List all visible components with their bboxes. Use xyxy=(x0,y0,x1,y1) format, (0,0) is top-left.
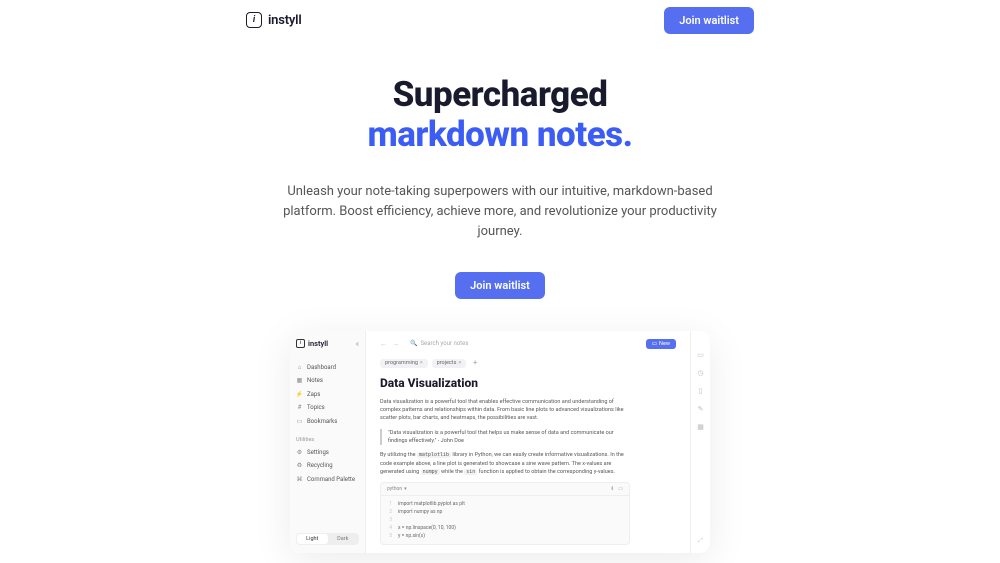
sidebar-item-recycling: ♻ Recycling xyxy=(296,460,359,471)
sidebar-label: Bookmarks xyxy=(307,418,337,425)
product-screenshot: i instyll « ⌂ Dashboard ▦ Notes ⚡ Zaps #… xyxy=(290,331,710,554)
command-icon: ⌘ xyxy=(296,476,303,483)
document-icon: ▭ xyxy=(697,351,705,359)
code-header: python ▾ ⬇ ▭ xyxy=(381,483,629,496)
zaps-icon: ⚡ xyxy=(296,391,303,398)
expand-icon: ⤢ xyxy=(697,537,705,545)
screenshot-logo-icon: i xyxy=(296,339,305,348)
sidebar-item-notes: ▦ Notes xyxy=(296,375,359,386)
forward-arrow-icon: → xyxy=(392,340,399,348)
sidebar-item-bookmarks: ▭ Bookmarks xyxy=(296,416,359,427)
inline-code: numpy xyxy=(421,469,440,475)
home-icon: ⌂ xyxy=(296,364,303,371)
hero-title-line2: markdown notes. xyxy=(367,114,632,155)
theme-toggle: Light Dark xyxy=(296,533,359,545)
hero-join-waitlist-button[interactable]: Join waitlist xyxy=(455,272,545,299)
gear-icon: ⚙ xyxy=(296,449,303,456)
screenshot-brand: instyll xyxy=(308,339,328,348)
close-icon: × xyxy=(458,360,461,366)
clock-icon: ◷ xyxy=(697,369,705,377)
search-input: 🔍 Search your notes xyxy=(410,340,641,347)
theme-light: Light xyxy=(297,534,328,544)
tag-row: programming × projects × + xyxy=(380,359,676,368)
site-header: i instyll Join waitlist xyxy=(0,0,1000,40)
hero-title-line1: Supercharged xyxy=(393,74,608,115)
back-arrow-icon: ← xyxy=(380,340,387,348)
download-icon: ⬇ xyxy=(610,486,614,492)
edit-icon: ✎ xyxy=(697,405,705,413)
sidebar-label: Notes xyxy=(307,377,323,384)
notes-icon: ▦ xyxy=(296,377,303,384)
chevron-down-icon: ▾ xyxy=(404,486,407,492)
inline-code: sin xyxy=(464,469,477,475)
document-paragraph: Data visualization is a powerful tool th… xyxy=(380,398,630,423)
search-icon: 🔍 xyxy=(410,340,417,347)
plus-icon: ▭ xyxy=(652,341,657,347)
join-waitlist-button[interactable]: Join waitlist xyxy=(664,7,754,34)
sidebar-item-settings: ⚙ Settings xyxy=(296,447,359,458)
brand-name: instyll xyxy=(268,13,302,28)
sidebar-label: Topics xyxy=(307,404,325,411)
inline-code: matplotlib xyxy=(417,452,451,458)
code-block: python ▾ ⬇ ▭ 1import matplotlib.pyplot a… xyxy=(380,482,630,545)
code-language: python ▾ xyxy=(387,486,407,492)
page-icon: ▯ xyxy=(697,387,705,395)
sidebar-label: Recycling xyxy=(307,462,333,469)
tag-programming: programming × xyxy=(380,359,428,368)
sidebar-label: Zaps xyxy=(307,391,320,398)
sidebar-item-command-palette: ⌘ Command Palette xyxy=(296,474,359,485)
new-label: New xyxy=(659,341,670,347)
logo-icon: i xyxy=(246,12,262,28)
screenshot-right-rail: ▭ ◷ ▯ ✎ ▦ ⤢ xyxy=(690,331,710,554)
sidebar-item-dashboard: ⌂ Dashboard xyxy=(296,362,359,373)
sidebar-section-utilities: Utilities xyxy=(296,437,359,443)
code-body: 1import matplotlib.pyplot as plt 2import… xyxy=(381,496,629,544)
document-blockquote: "Data visualization is a powerful tool t… xyxy=(380,429,630,446)
screenshot-main: ← → 🔍 Search your notes ▭ New programmin… xyxy=(366,331,690,554)
screenshot-logo: i instyll xyxy=(296,339,359,348)
screenshot-sidebar: i instyll « ⌂ Dashboard ▦ Notes ⚡ Zaps #… xyxy=(290,331,366,554)
quote-text: "Data visualization is a powerful tool t… xyxy=(388,429,630,446)
close-icon: × xyxy=(420,360,423,366)
tag-projects: projects × xyxy=(432,359,466,368)
search-placeholder: Search your notes xyxy=(420,340,468,347)
theme-dark: Dark xyxy=(328,534,359,544)
grid-icon: ▦ xyxy=(697,423,705,431)
brand-logo[interactable]: i instyll xyxy=(246,12,302,28)
bookmarks-icon: ▭ xyxy=(296,418,303,425)
document-title: Data Visualization xyxy=(380,376,676,390)
code-actions: ⬇ ▭ xyxy=(610,486,623,492)
sidebar-label: Settings xyxy=(307,449,329,456)
sidebar-label: Command Palette xyxy=(307,476,355,483)
copy-icon: ▭ xyxy=(618,486,623,492)
hero-section: Supercharged markdown notes. Unleash you… xyxy=(0,75,1000,299)
add-tag-icon: + xyxy=(470,359,480,368)
screenshot-topbar: ← → 🔍 Search your notes ▭ New xyxy=(380,339,676,349)
collapse-sidebar-icon: « xyxy=(356,340,359,348)
sidebar-item-topics: # Topics xyxy=(296,402,359,413)
document-paragraph: By utilizing the matplotlib library in P… xyxy=(380,451,630,476)
hero-subtitle: Unleash your note-taking superpowers wit… xyxy=(270,182,730,242)
sidebar-label: Dashboard xyxy=(307,364,336,371)
hero-title: Supercharged markdown notes. xyxy=(0,75,1000,156)
sidebar-item-zaps: ⚡ Zaps xyxy=(296,389,359,400)
new-note-button: ▭ New xyxy=(646,339,676,349)
recycle-icon: ♻ xyxy=(296,462,303,469)
topics-icon: # xyxy=(296,404,303,411)
